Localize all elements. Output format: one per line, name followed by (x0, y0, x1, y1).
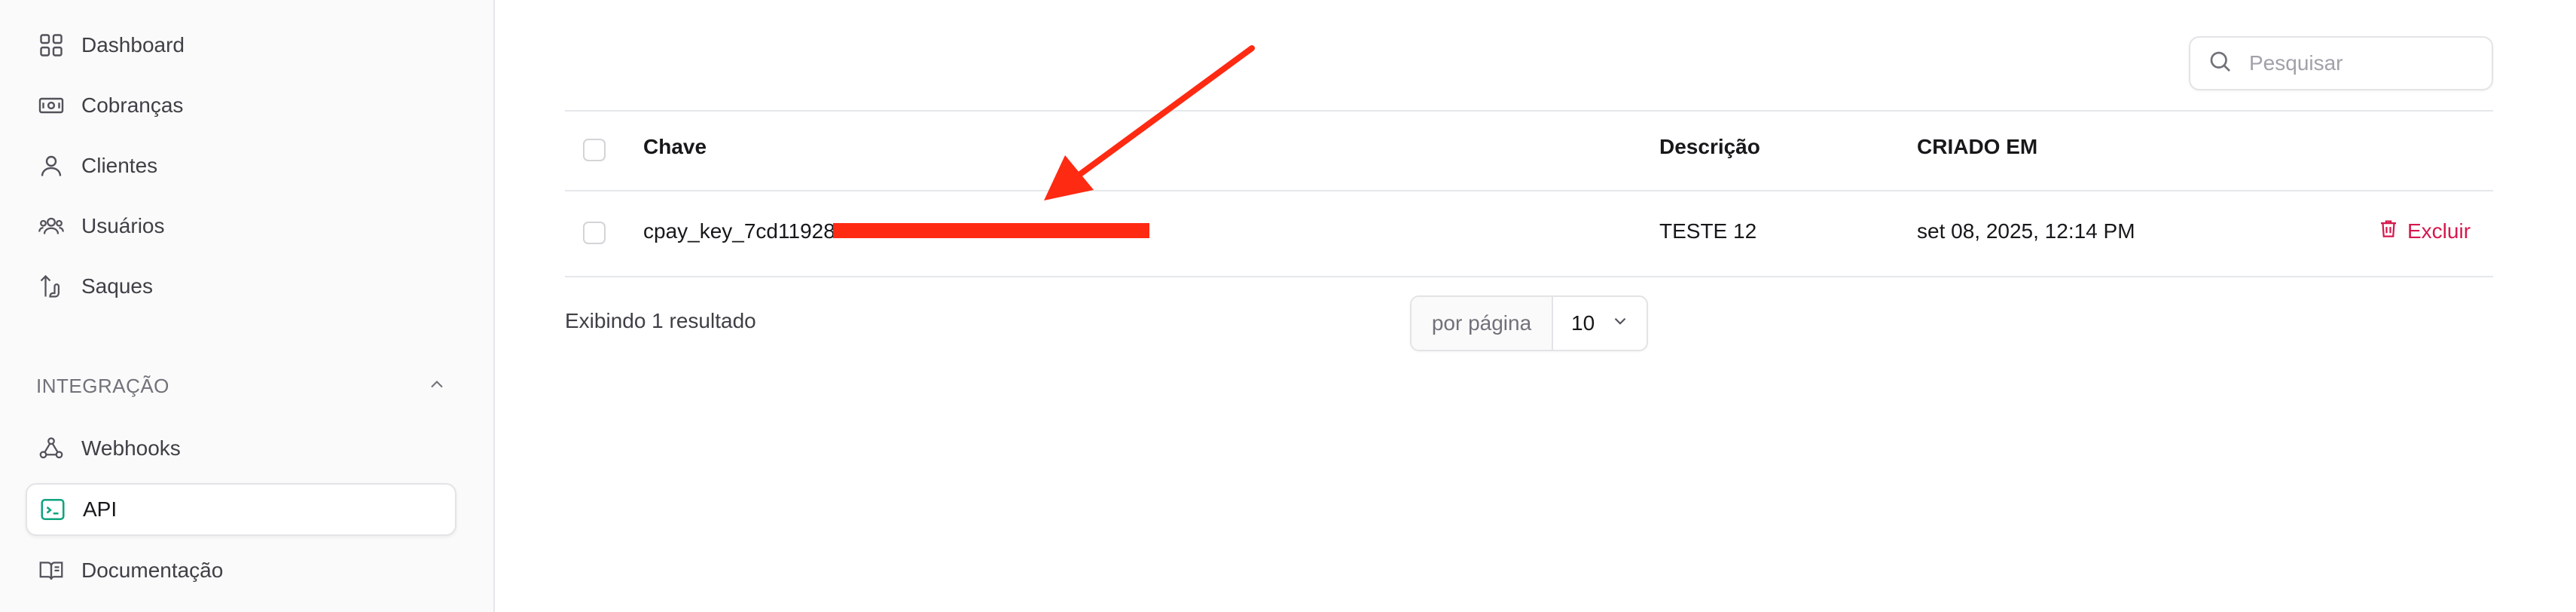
sidebar-item-webhooks[interactable]: Webhooks (26, 422, 456, 475)
sidebar-item-usuarios[interactable]: Usuários (26, 200, 456, 252)
per-page-select[interactable]: 10 (1553, 297, 1647, 350)
column-header-criado-em[interactable]: CRIADO EM (1917, 135, 2037, 159)
table-header-divider (565, 190, 2493, 191)
chevron-up-icon (426, 374, 447, 399)
delete-label: Excluir (2407, 219, 2471, 243)
sidebar-item-clientes[interactable]: Clientes (26, 139, 456, 192)
money-bill-icon (36, 90, 66, 121)
sidebar-item-label: API (83, 497, 118, 521)
trash-icon (2377, 217, 2407, 245)
user-icon (36, 151, 66, 181)
per-page-label: por página (1412, 297, 1553, 350)
sidebar-item-dashboard[interactable]: Dashboard (26, 19, 456, 72)
sidebar: Dashboard Cobranças Clientes Usuários Sa… (0, 0, 495, 612)
table-bottom-divider (565, 276, 2493, 277)
search-box (2189, 36, 2493, 90)
table-top-divider (565, 110, 2493, 112)
annotation-arrow (1044, 45, 1255, 200)
sidebar-item-cobrancas[interactable]: Cobranças (26, 79, 456, 132)
sidebar-item-label: Cobranças (81, 93, 184, 117)
row-checkbox[interactable] (583, 222, 606, 244)
sidebar-item-label: Usuários (81, 214, 165, 237)
api-key-value: cpay_key_7cd11928 (643, 219, 835, 243)
users-icon (36, 211, 66, 241)
search-icon (2207, 48, 2249, 79)
sidebar-item-label: Webhooks (81, 436, 181, 460)
column-header-descricao[interactable]: Descrição (1659, 135, 1760, 159)
description-value: TESTE 12 (1659, 219, 1757, 243)
withdraw-icon (36, 271, 66, 301)
delete-button[interactable]: Excluir (2377, 217, 2471, 245)
chevron-down-icon (1610, 311, 1630, 336)
per-page-value: 10 (1571, 311, 1595, 335)
section-integracao[interactable]: INTEGRAÇÃO (36, 369, 447, 402)
created-at-value: set 08, 2025, 12:14 PM (1917, 219, 2135, 243)
results-count: Exibindo 1 resultado (565, 309, 756, 332)
column-header-chave[interactable]: Chave (643, 135, 707, 159)
section-label: INTEGRAÇÃO (36, 374, 169, 397)
terminal-icon (38, 494, 68, 525)
book-open-icon (36, 555, 66, 586)
sidebar-item-label: Clientes (81, 154, 158, 177)
sidebar-item-documentacao[interactable]: Documentação (26, 544, 456, 597)
sidebar-item-label: Documentação (81, 558, 224, 582)
search-input[interactable] (2249, 51, 2475, 75)
sidebar-item-label: Saques (81, 274, 153, 298)
select-all-checkbox[interactable] (583, 139, 606, 161)
sidebar-item-saques[interactable]: Saques (26, 260, 456, 313)
redaction-bar (833, 223, 1149, 238)
sidebar-item-api[interactable]: API (26, 483, 456, 536)
sidebar-item-label: Dashboard (81, 33, 185, 57)
per-page-control: por página 10 (1410, 295, 1648, 351)
webhook-icon (36, 433, 66, 464)
dashboard-grid-icon (36, 30, 66, 60)
